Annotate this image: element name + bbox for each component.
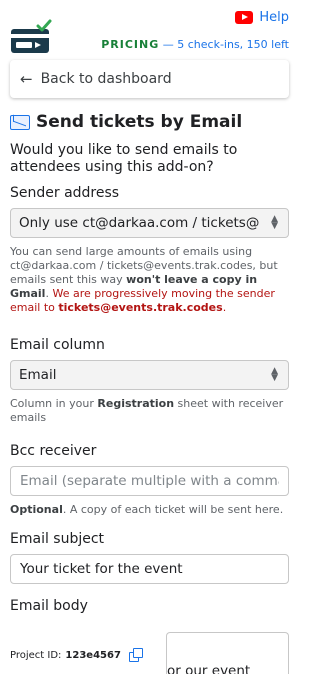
help-link-group[interactable]: Help bbox=[235, 10, 289, 25]
sender-address-value: Only use ct@darkaa.com / tickets@events.… bbox=[19, 215, 259, 231]
pricing-label[interactable]: PRICING bbox=[101, 38, 159, 51]
back-label: Back to dashboard bbox=[40, 71, 172, 87]
bcc-help-bold: Optional bbox=[10, 503, 63, 516]
email-subject-input[interactable]: Your ticket for the event bbox=[10, 554, 289, 584]
section-title-text: Send tickets by Email bbox=[36, 112, 243, 132]
bcc-input[interactable]: Email (separate multiple with a comma) bbox=[10, 466, 289, 496]
section-title: Send tickets by Email bbox=[10, 112, 289, 132]
email-column-label: Email column bbox=[10, 337, 105, 353]
email-subject-value: Your ticket for the event bbox=[20, 561, 183, 577]
project-id-footer: Project ID: 123e4567 bbox=[10, 648, 144, 663]
ticket-logo-icon bbox=[11, 19, 52, 53]
arrow-left-icon: ← bbox=[20, 70, 33, 88]
bcc-label: Bcc receiver bbox=[10, 443, 97, 459]
email-column-select[interactable]: Email ▲ ▼ bbox=[10, 360, 289, 390]
sender-warning: We are progressively moving the sender e… bbox=[10, 287, 275, 314]
pricing-detail[interactable]: — 5 check-ins, 150 left bbox=[159, 38, 289, 51]
email-body-textarea[interactable]: or our event bbox=[166, 632, 289, 674]
sender-warning-bold: tickets@events.trak.codes bbox=[58, 301, 223, 314]
top-bar: Help PRICING — 5 check-ins, 150 left bbox=[0, 0, 299, 56]
sender-address-label: Sender address bbox=[10, 185, 120, 201]
email-column-value: Email bbox=[19, 367, 57, 383]
help-link[interactable]: Help bbox=[259, 10, 289, 25]
email-body-label: Email body bbox=[10, 598, 88, 614]
project-id-value: 123e4567 bbox=[65, 650, 121, 661]
email-column-help: Column in your Registration sheet with r… bbox=[10, 397, 289, 425]
select-caret-icon: ▲ ▼ bbox=[271, 214, 278, 231]
back-to-dashboard-button[interactable]: ← Back to dashboard bbox=[10, 60, 289, 98]
email-body-text: or our event bbox=[167, 663, 251, 674]
sender-help-text: You can send large amounts of emails usi… bbox=[10, 245, 289, 315]
send-email-form: Send tickets by Email Would you like to … bbox=[10, 112, 289, 621]
select-caret-icon: ▲ ▼ bbox=[271, 366, 278, 383]
email-column-help-pre: Column in your bbox=[10, 397, 98, 410]
sender-address-select[interactable]: Only use ct@darkaa.com / tickets@events.… bbox=[10, 208, 289, 238]
email-subject-label: Email subject bbox=[10, 531, 105, 547]
email-column-help-bold: Registration bbox=[97, 397, 175, 410]
pricing-info[interactable]: PRICING — 5 check-ins, 150 left bbox=[101, 38, 289, 51]
project-id-label: Project ID: bbox=[10, 650, 62, 661]
bcc-help: Optional. A copy of each ticket will be … bbox=[10, 503, 289, 517]
email-envelope-icon bbox=[10, 114, 30, 130]
sender-help-post: . bbox=[45, 287, 49, 300]
bcc-placeholder: Email (separate multiple with a comma) bbox=[20, 473, 279, 489]
bcc-help-post: . A copy of each ticket will be sent her… bbox=[62, 503, 284, 516]
intro-question: Would you like to send emails to attende… bbox=[10, 142, 238, 175]
sender-warning-post: . bbox=[222, 301, 227, 314]
youtube-play-icon[interactable] bbox=[235, 11, 254, 24]
copy-icon[interactable] bbox=[128, 648, 144, 663]
